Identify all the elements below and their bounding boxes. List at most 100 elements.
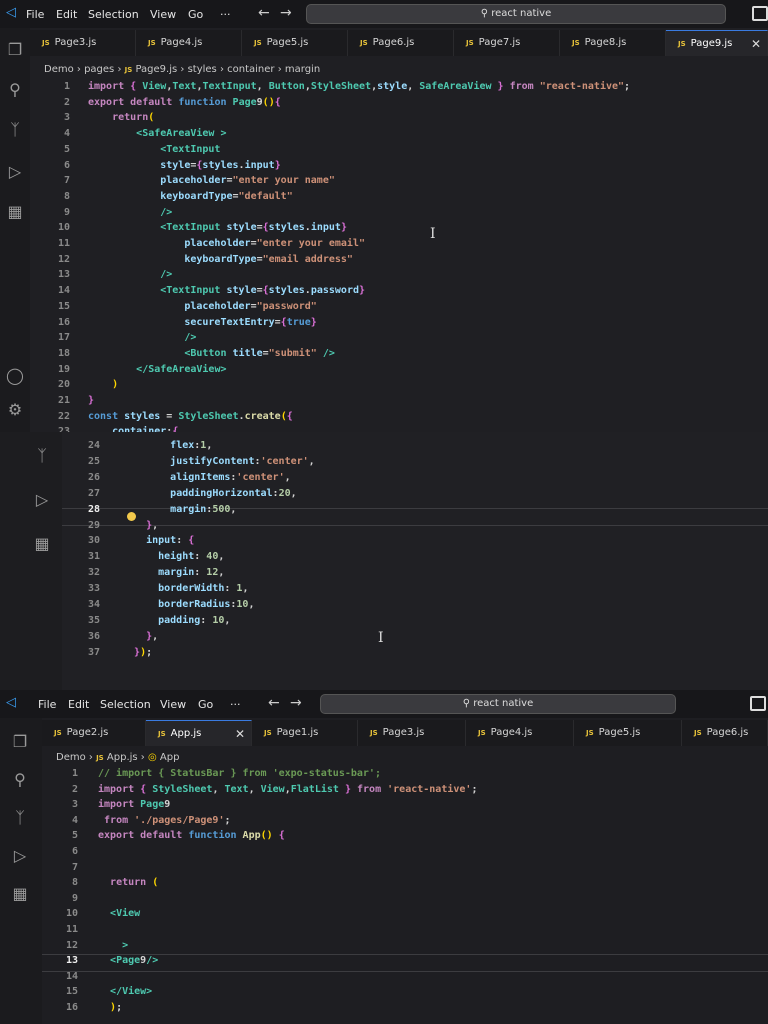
code-line[interactable]: 1 import { View,Text,TextInput, Button,St… [30, 79, 768, 95]
code-line[interactable]: 25 justifyContent:'center', [62, 454, 768, 470]
code-line[interactable]: 4 <SafeAreaView > [30, 126, 768, 142]
code-line[interactable]: 11 placeholder="enter your email" [30, 236, 768, 252]
code-line[interactable]: 16 ); [42, 1000, 768, 1016]
code-line[interactable]: 13 /> [30, 267, 768, 283]
code-line[interactable]: 3 import Page9 [42, 797, 768, 813]
tab-page6[interactable]: JS Page6.js [348, 30, 454, 56]
code-line[interactable]: 35 padding: 10, [62, 613, 768, 629]
menu-edit[interactable]: Edit [68, 698, 89, 711]
code-line[interactable]: 6 [42, 844, 768, 860]
code-line[interactable]: 27 paddingHorizontal:20, [62, 486, 768, 502]
run-debug-icon[interactable]: ▷ [10, 846, 30, 866]
code-line[interactable]: 23 container:{ [30, 424, 768, 432]
code-line[interactable]: 7 [42, 860, 768, 876]
back-arrow-icon[interactable]: ← [258, 5, 270, 21]
menu-file[interactable]: File [38, 698, 56, 711]
breadcrumb-file[interactable]: Page9.js [135, 64, 177, 75]
layout-toggle-icon[interactable] [750, 696, 766, 711]
tab-page6[interactable]: JS Page6.js [682, 720, 768, 746]
breadcrumb-demo[interactable]: Demo [44, 64, 74, 75]
code-line[interactable]: 9 /> [30, 205, 768, 221]
code-line[interactable]: 8 keyboardType="default" [30, 189, 768, 205]
code-line[interactable]: 32 margin: 12, [62, 565, 768, 581]
command-center-search[interactable]: ⚲ react native [306, 4, 726, 24]
command-center-search[interactable]: ⚲ react native [320, 694, 676, 714]
code-line[interactable]: 21} [30, 393, 768, 409]
close-tab-icon[interactable]: ✕ [751, 31, 761, 57]
breadcrumb-container[interactable]: container [227, 64, 274, 75]
code-line[interactable]: 5 export default function App() { [42, 828, 768, 844]
run-debug-icon[interactable]: ▷ [32, 490, 52, 510]
tab-page9[interactable]: JS Page9.js ✕ [666, 30, 768, 56]
code-editor[interactable]: 24 flex:1, 25 justifyContent:'center', 26 … [62, 438, 768, 688]
breadcrumb-demo[interactable]: Demo [56, 752, 86, 763]
explorer-icon[interactable]: ❐ [5, 40, 25, 60]
search-icon[interactable]: ⚲ [5, 80, 25, 100]
settings-gear-icon[interactable]: ⚙ [5, 400, 25, 420]
tab-page4[interactable]: JS Page4.js [466, 720, 574, 746]
menu-go[interactable]: Go [198, 698, 213, 711]
code-line[interactable]: 10 <View [42, 906, 768, 922]
code-line[interactable]: 11 [42, 922, 768, 938]
tab-page4[interactable]: JS Page4.js [136, 30, 242, 56]
code-line[interactable]: 28 margin:500, [62, 502, 768, 518]
code-line[interactable]: 36 }, [62, 629, 768, 645]
code-line[interactable]: 17 /> [30, 330, 768, 346]
code-line[interactable]: 30 input: { [62, 533, 768, 549]
code-line[interactable]: 7 placeholder="enter your name" [30, 173, 768, 189]
tab-page8[interactable]: JS Page8.js [560, 30, 666, 56]
tab-page5[interactable]: JS Page5.js [242, 30, 348, 56]
source-control-icon[interactable]: ᛉ [10, 808, 30, 828]
search-icon[interactable]: ⚲ [10, 770, 30, 790]
tab-app[interactable]: JS App.js ✕ [146, 720, 252, 746]
source-control-icon[interactable]: ᛉ [5, 120, 25, 140]
menu-file[interactable]: File [26, 8, 44, 21]
extensions-icon[interactable]: ▦ [5, 202, 25, 222]
code-line[interactable]: 22 const styles = StyleSheet.create({ [30, 409, 768, 425]
code-line[interactable]: 12 > [42, 938, 768, 954]
code-line[interactable]: 12 keyboardType="email address" [30, 252, 768, 268]
breadcrumb-margin[interactable]: margin [285, 64, 320, 75]
code-line[interactable]: 13 <Page9/> [42, 953, 768, 969]
code-line[interactable]: 19 </SafeAreaView> [30, 362, 768, 378]
account-icon[interactable]: ◯ [5, 366, 25, 386]
menu-edit[interactable]: Edit [56, 8, 77, 21]
code-line[interactable]: 26 alignItems:'center', [62, 470, 768, 486]
code-line[interactable]: 33 borderWidth: 1, [62, 581, 768, 597]
code-line[interactable]: 5 <TextInput [30, 142, 768, 158]
tab-page1[interactable]: JS Page1.js [252, 720, 358, 746]
menu-go[interactable]: Go [188, 8, 203, 21]
code-line[interactable]: 16 secureTextEntry={true} [30, 315, 768, 331]
code-line[interactable]: 37 }); [62, 645, 768, 661]
code-line[interactable]: 4 from './pages/Page9'; [42, 813, 768, 829]
code-line[interactable]: 8 return ( [42, 875, 768, 891]
code-line[interactable]: 15 </View> [42, 984, 768, 1000]
breadcrumb-app[interactable]: App [160, 752, 180, 763]
code-line[interactable]: 2 export default function Page9(){ [30, 95, 768, 111]
code-line[interactable]: 9 [42, 891, 768, 907]
tab-page5[interactable]: JS Page5.js [574, 720, 682, 746]
breadcrumb-pages[interactable]: pages [84, 64, 114, 75]
menu-selection[interactable]: Selection [88, 8, 139, 21]
code-line[interactable]: 29 }, [62, 518, 768, 534]
run-debug-icon[interactable]: ▷ [5, 162, 25, 182]
code-line[interactable]: 31 height: 40, [62, 549, 768, 565]
code-line[interactable]: 24 flex:1, [62, 438, 768, 454]
code-line[interactable]: 1 // import { StatusBar } from 'expo-stat… [42, 766, 768, 782]
code-line[interactable]: 6 style={styles.input} [30, 158, 768, 174]
code-editor[interactable]: 1 // import { StatusBar } from 'expo-stat… [42, 766, 768, 1024]
source-control-icon[interactable]: ᛉ [32, 446, 52, 466]
tab-page3[interactable]: JS Page3.js [358, 720, 466, 746]
menu-more[interactable]: ··· [220, 8, 231, 21]
close-tab-icon[interactable]: ✕ [235, 721, 245, 747]
code-line[interactable]: 14 [42, 969, 768, 985]
breadcrumb-styles[interactable]: styles [188, 64, 217, 75]
tab-page2[interactable]: JS Page2.js [42, 720, 146, 746]
code-line[interactable]: 20 ) [30, 377, 768, 393]
code-line[interactable]: 3 return( [30, 110, 768, 126]
tab-page3[interactable]: JS Page3.js [30, 30, 136, 56]
code-line[interactable]: 34 borderRadius:10, [62, 597, 768, 613]
code-line[interactable]: 15 placeholder="password" [30, 299, 768, 315]
menu-more[interactable]: ··· [230, 698, 241, 711]
forward-arrow-icon[interactable]: → [280, 5, 292, 21]
